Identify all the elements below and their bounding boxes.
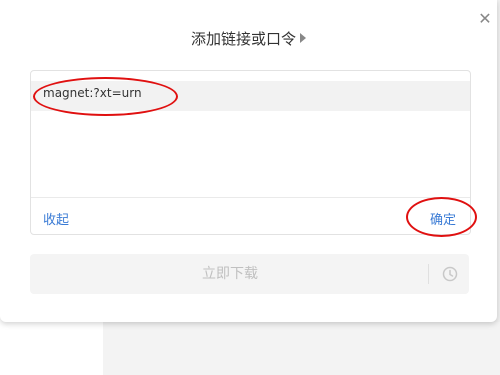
close-icon[interactable]: ✕ <box>476 10 494 28</box>
button-separator <box>428 264 429 284</box>
triangle-right-icon[interactable] <box>300 33 306 43</box>
add-link-dialog: ✕ 添加链接或口令 magnet:?xt=urn 收起 确定 立即下载 <box>0 0 497 322</box>
download-now-button[interactable]: 立即下载 <box>30 254 469 294</box>
dialog-title: 添加链接或口令 <box>0 28 497 49</box>
dialog-title-text: 添加链接或口令 <box>190 30 296 48</box>
download-now-label: 立即下载 <box>202 266 258 282</box>
link-input-area[interactable]: magnet:?xt=urn 收起 确定 <box>30 70 471 235</box>
link-text[interactable]: magnet:?xt=urn <box>43 86 142 100</box>
input-divider <box>31 197 470 198</box>
confirm-button[interactable]: 确定 <box>430 209 456 228</box>
background-bottom-left <box>0 322 103 375</box>
collapse-button[interactable]: 收起 <box>43 209 69 228</box>
clock-icon[interactable] <box>442 266 458 282</box>
